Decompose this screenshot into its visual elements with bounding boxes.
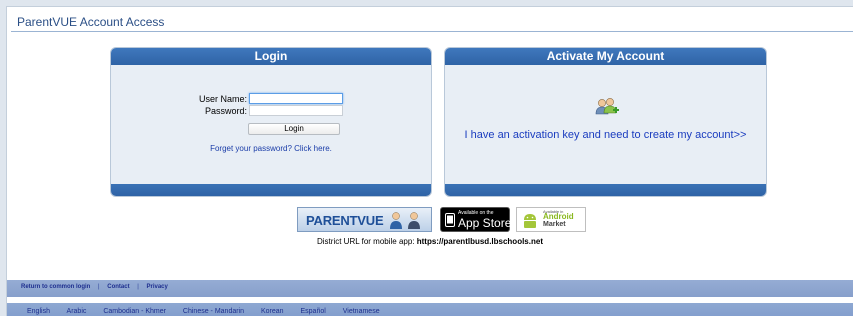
page-title: ParentVUE Account Access	[17, 15, 165, 29]
footer-separator: |	[137, 284, 139, 290]
parentvue-logo-text: PARENTVUE	[306, 213, 384, 228]
forgot-password-link[interactable]: Forget your password? Click here.	[111, 144, 431, 153]
users-add-icon	[595, 98, 619, 115]
login-panel-heading: Login	[111, 48, 431, 65]
login-button[interactable]: Login	[248, 123, 340, 135]
username-label: User Name:	[198, 94, 247, 104]
android-subtitle: Market	[543, 221, 566, 228]
activate-panel-heading: Activate My Account	[445, 48, 766, 65]
language-english[interactable]: English	[27, 308, 50, 315]
district-url-line: District URL for mobile app: https://par…	[7, 237, 853, 246]
district-url-label: District URL for mobile app:	[317, 237, 415, 246]
language-khmer[interactable]: Cambodian - Khmer	[103, 308, 166, 315]
language-spanish[interactable]: Español	[301, 308, 326, 315]
language-mandarin[interactable]: Chinese - Mandarin	[183, 308, 244, 315]
login-panel-footer	[111, 184, 431, 196]
password-label: Password:	[204, 106, 247, 116]
privacy-link[interactable]: Privacy	[146, 284, 167, 290]
android-market-badge[interactable]: Available in Android Market	[516, 207, 586, 232]
footer-bar: Return to common login | Contact | Priva…	[7, 280, 853, 297]
language-list: English Arabic Cambodian - Khmer Chinese…	[27, 308, 395, 315]
android-title: Android	[543, 212, 574, 221]
parentvue-badge: PARENTVUE	[297, 207, 432, 232]
app-store-title: App Store	[458, 216, 512, 230]
username-input[interactable]	[249, 93, 343, 104]
footer-links: Return to common login | Contact | Priva…	[21, 284, 168, 290]
activation-link[interactable]: I have an activation key and need to cre…	[445, 129, 766, 141]
family-icon	[390, 212, 420, 229]
language-bar: English Arabic Cambodian - Khmer Chinese…	[7, 303, 853, 316]
phone-icon	[445, 213, 455, 227]
activate-panel: Activate My Account I have an activation…	[444, 47, 767, 197]
android-icon	[524, 214, 536, 228]
password-input[interactable]	[249, 105, 343, 116]
contact-link[interactable]: Contact	[107, 284, 129, 290]
language-arabic[interactable]: Arabic	[67, 308, 87, 315]
return-to-login-link[interactable]: Return to common login	[21, 284, 90, 290]
password-row: Password:	[111, 105, 431, 118]
app-store-badge[interactable]: Available on the App Store	[440, 207, 512, 232]
login-panel: Login User Name: Password: Login Forget …	[110, 47, 432, 197]
title-divider	[11, 31, 853, 32]
footer-separator: |	[98, 284, 100, 290]
language-vietnamese[interactable]: Vietnamese	[343, 308, 380, 315]
page-container: ParentVUE Account Access Login User Name…	[6, 6, 853, 316]
district-url-value: https://parentlbusd.lbschools.net	[416, 237, 543, 246]
activate-panel-footer	[445, 184, 766, 196]
language-korean[interactable]: Korean	[261, 308, 284, 315]
